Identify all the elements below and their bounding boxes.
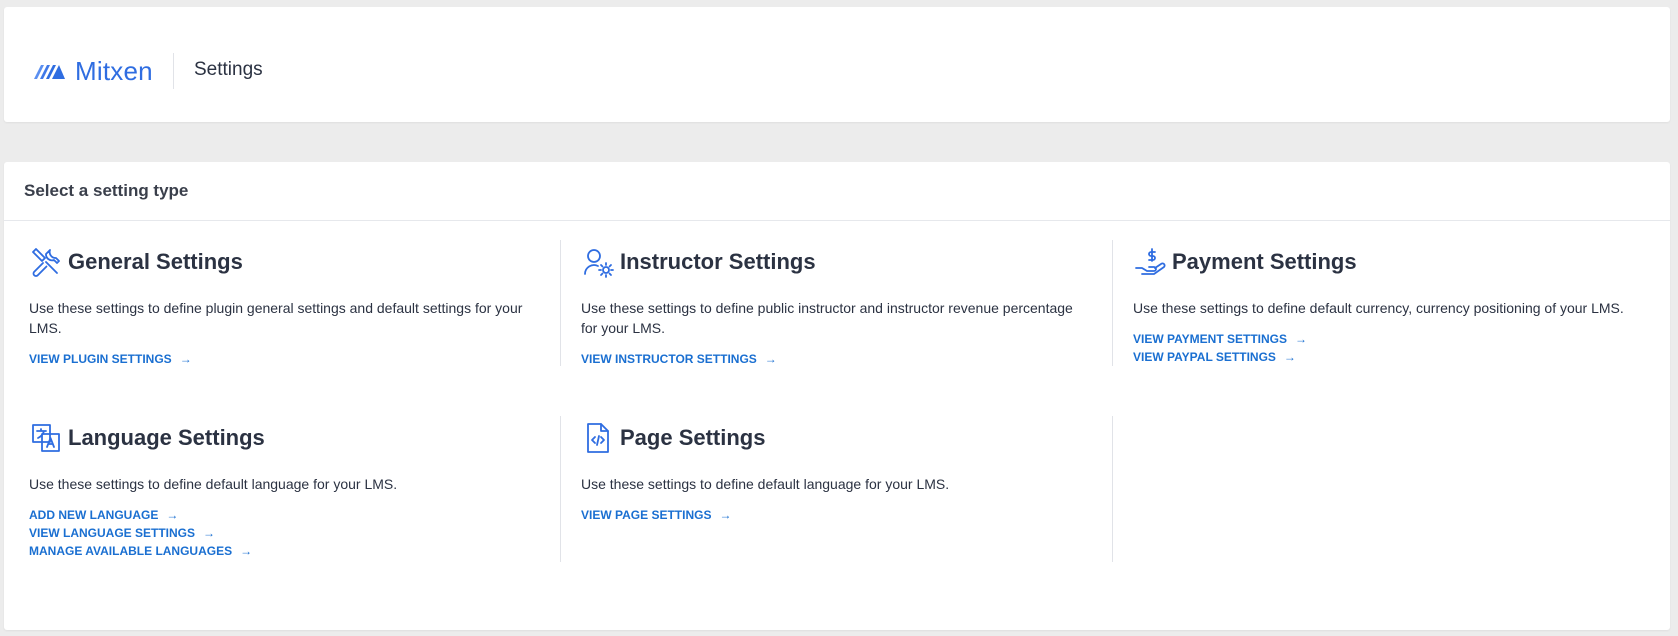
card-description: Use these settings to define default lan…	[29, 476, 398, 492]
view-page-settings-link[interactable]: VIEW PAGE SETTINGS →	[581, 506, 1101, 524]
card-title: Payment Settings	[1172, 249, 1357, 274]
mitxen-logo-icon	[34, 65, 65, 79]
top-bar: Mitxen Settings	[4, 7, 1670, 122]
arrow-right-icon: →	[240, 544, 253, 558]
panel-title: Select a setting type	[24, 181, 189, 200]
link-label: VIEW LANGUAGE SETTINGS	[29, 526, 196, 540]
card-title: Page Settings	[620, 425, 766, 450]
view-instructor-settings-link[interactable]: VIEW INSTRUCTOR SETTINGS →	[581, 350, 1101, 368]
link-label: VIEW PAYMENT SETTINGS	[1133, 332, 1288, 346]
column-divider	[560, 240, 561, 366]
brand-logo[interactable]: Mitxen	[34, 51, 153, 91]
brand-name: Mitxen	[75, 55, 153, 86]
arrow-right-icon: →	[179, 352, 192, 366]
link-label: VIEW PAGE SETTINGS	[581, 508, 712, 522]
add-new-language-link[interactable]: ADD NEW LANGUAGE →	[29, 506, 549, 524]
link-label: VIEW PLUGIN SETTINGS	[29, 352, 172, 366]
user-gear-icon	[581, 245, 615, 279]
code-file-icon	[581, 421, 615, 455]
header-divider	[173, 53, 174, 89]
card-description: Use these settings to define plugin gene…	[29, 300, 523, 336]
arrow-right-icon: →	[1283, 350, 1296, 364]
column-divider	[1112, 416, 1113, 562]
card-title: Language Settings	[68, 425, 265, 450]
card-title: Instructor Settings	[620, 249, 816, 274]
link-label: MANAGE AVAILABLE LANGUAGES	[29, 544, 233, 558]
arrow-right-icon: →	[764, 352, 777, 366]
card-description: Use these settings to define default lan…	[581, 476, 950, 492]
tools-icon	[29, 245, 63, 279]
settings-panel: Select a setting type General Settings U…	[4, 162, 1670, 630]
column-divider	[1112, 240, 1113, 366]
manage-available-languages-link[interactable]: MANAGE AVAILABLE LANGUAGES →	[29, 542, 549, 560]
translate-icon	[29, 421, 63, 455]
view-paypal-settings-link[interactable]: VIEW PAYPAL SETTINGS →	[1133, 348, 1653, 366]
page-title: Settings	[194, 59, 263, 80]
arrow-right-icon: →	[1295, 332, 1308, 346]
link-label: VIEW PAYPAL SETTINGS	[1133, 350, 1276, 364]
card-title: General Settings	[68, 249, 243, 274]
panel-header: Select a setting type	[4, 162, 1670, 221]
arrow-right-icon: →	[719, 508, 732, 522]
column-divider	[560, 416, 561, 562]
card-instructor-settings: Instructor Settings Use these settings t…	[581, 242, 1101, 368]
card-description: Use these settings to define default cur…	[1133, 300, 1624, 316]
arrow-right-icon: →	[166, 508, 179, 522]
arrow-right-icon: →	[203, 526, 216, 540]
link-label: ADD NEW LANGUAGE	[29, 508, 159, 522]
view-language-settings-link[interactable]: VIEW LANGUAGE SETTINGS →	[29, 524, 549, 542]
link-label: VIEW INSTRUCTOR SETTINGS	[581, 352, 757, 366]
hand-dollar-icon	[1133, 245, 1167, 279]
card-general-settings: General Settings Use these settings to d…	[29, 242, 549, 368]
view-plugin-settings-link[interactable]: VIEW PLUGIN SETTINGS →	[29, 350, 549, 368]
card-page-settings: Page Settings Use these settings to defi…	[581, 418, 1101, 524]
card-language-settings: Language Settings Use these settings to …	[29, 418, 549, 560]
view-payment-settings-link[interactable]: VIEW PAYMENT SETTINGS →	[1133, 330, 1653, 348]
card-description: Use these settings to define public inst…	[581, 300, 1073, 336]
card-payment-settings: Payment Settings Use these settings to d…	[1133, 242, 1653, 366]
